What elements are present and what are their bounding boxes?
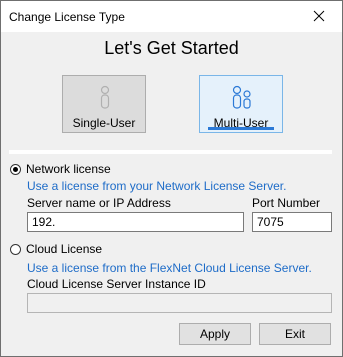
multi-user-button[interactable]: Multi-User	[199, 75, 283, 133]
exit-button[interactable]: Exit	[259, 323, 331, 345]
cloud-instance-label: Cloud License Server Instance ID	[27, 277, 206, 291]
cloud-license-option[interactable]: Cloud License	[10, 242, 102, 256]
window-title: Change License Type	[9, 10, 125, 24]
single-user-icon	[63, 84, 145, 110]
cloud-license-label: Cloud License	[26, 242, 103, 256]
title-bar: Change License Type	[1, 1, 342, 32]
cloud-instance-field[interactable]	[27, 293, 332, 313]
single-user-button[interactable]: Single-User	[62, 75, 146, 133]
close-icon	[313, 10, 325, 22]
change-license-dialog: Change License Type Let's Get Started Si…	[0, 0, 343, 357]
network-license-label: Network license	[26, 162, 111, 176]
close-button[interactable]	[296, 1, 342, 32]
single-user-label: Single-User	[72, 116, 136, 130]
server-name-label: Server name or IP Address	[27, 196, 171, 210]
port-number-field[interactable]: 7075	[252, 212, 332, 232]
network-license-radio[interactable]	[10, 163, 21, 175]
network-license-hint: Use a license from your Network License …	[27, 179, 287, 193]
server-name-field[interactable]: 192.	[27, 212, 244, 232]
section-divider	[9, 150, 332, 154]
port-number-label: Port Number	[252, 196, 321, 210]
dialog-content: Let's Get Started Single-User Multi-User	[1, 32, 342, 356]
multi-user-icon	[200, 84, 282, 110]
page-heading: Let's Get Started	[104, 38, 239, 58]
selected-indicator	[208, 127, 274, 130]
apply-button[interactable]: Apply	[179, 323, 251, 345]
cloud-license-radio[interactable]	[10, 243, 21, 255]
network-license-option[interactable]: Network license	[10, 162, 111, 176]
cloud-license-hint: Use a license from the FlexNet Cloud Lic…	[27, 261, 312, 275]
